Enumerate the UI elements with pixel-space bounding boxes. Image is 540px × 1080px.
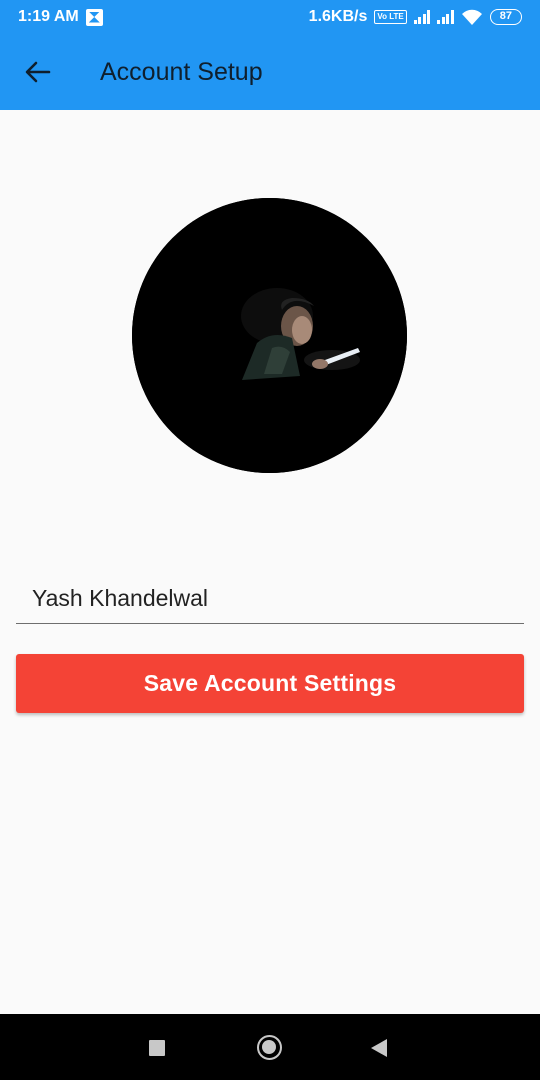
name-field[interactable]: [16, 574, 524, 624]
avatar-image: [132, 198, 407, 473]
status-time: 1:19 AM: [18, 8, 79, 25]
save-account-settings-button[interactable]: Save Account Settings: [16, 654, 524, 713]
volte-icon: Vo LTE: [374, 10, 407, 24]
signal-icon: [413, 10, 431, 24]
status-bar: 1:19 AM 1.6KB/s Vo LTE 87: [0, 0, 540, 34]
app-bar: Account Setup: [0, 34, 540, 110]
network-speed: 1.6KB/s: [308, 8, 368, 25]
status-right: 1.6KB/s Vo LTE 87: [309, 8, 522, 26]
arrow-left-icon: [25, 61, 51, 83]
status-left: 1:19 AM: [18, 8, 103, 26]
notification-icon: [85, 8, 103, 26]
system-nav-bar: [0, 1014, 540, 1080]
signal-icon: [437, 10, 454, 24]
wifi-icon: [461, 9, 482, 25]
name-input[interactable]: [16, 574, 524, 622]
back-button[interactable]: [20, 56, 56, 88]
profile-avatar[interactable]: [132, 198, 407, 473]
home-icon[interactable]: [257, 1035, 282, 1060]
back-icon[interactable]: [371, 1039, 387, 1057]
page-title: Account Setup: [100, 57, 263, 86]
battery-icon: 87: [489, 9, 522, 25]
recents-icon[interactable]: [149, 1040, 165, 1056]
